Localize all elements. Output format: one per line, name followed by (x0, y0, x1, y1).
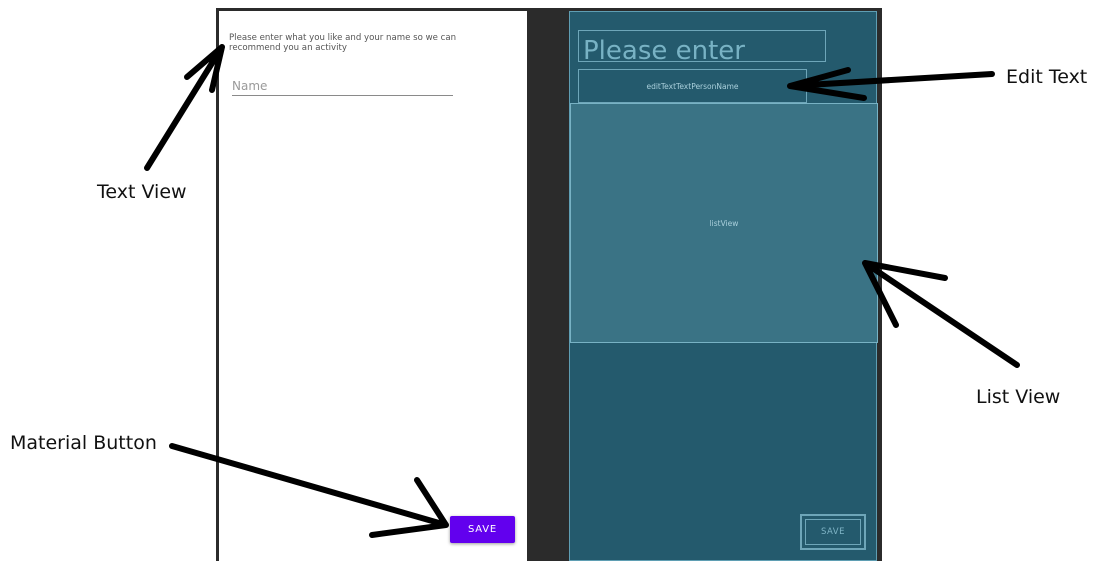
arrow-text-view (144, 44, 225, 171)
annotation-text-view: Text View (97, 181, 187, 203)
annotation-material-button: Material Button (10, 432, 157, 454)
annotation-list-view: List View (976, 386, 1061, 408)
annotation-arrows (144, 44, 1020, 538)
arrow-edit-text (787, 67, 995, 101)
arrow-list-view (862, 260, 1020, 368)
arrow-material-button (169, 443, 449, 538)
annotation-edit-text: Edit Text (1006, 66, 1088, 88)
